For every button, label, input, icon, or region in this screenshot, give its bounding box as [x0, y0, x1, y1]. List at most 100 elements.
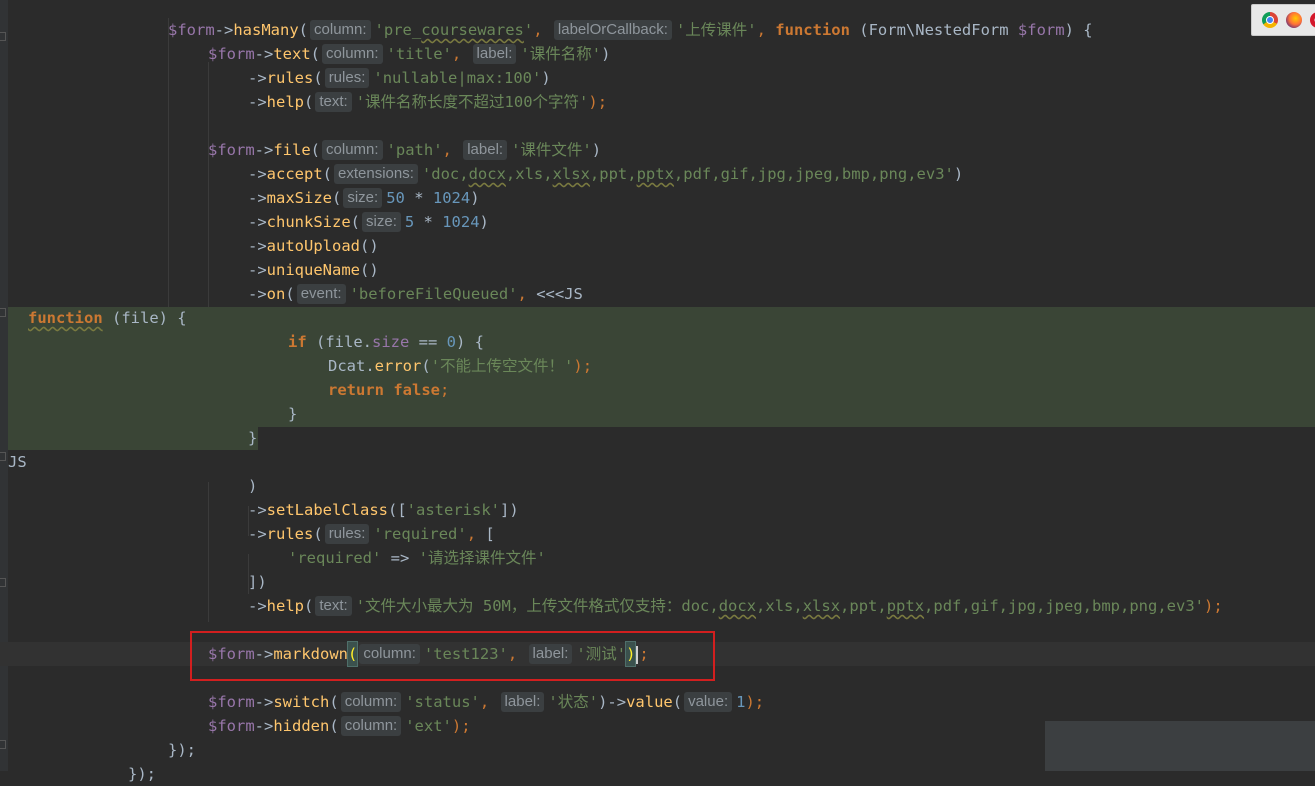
code-token: 'required': [288, 549, 382, 567]
code-token: file.: [325, 333, 373, 351]
code-token: (): [360, 261, 379, 279]
code-token: hasMany: [233, 21, 299, 39]
code-token: (file) {: [102, 309, 187, 327]
code-token: $form: [208, 141, 255, 159]
fold-marker-icon[interactable]: [0, 452, 6, 461]
code-token: on: [266, 285, 286, 303]
code-token: }: [248, 429, 258, 447]
code-token: ,pdf,gif,jpg,jpeg,bmp,png,ev3': [924, 597, 1204, 615]
code-token: $form: [208, 717, 255, 735]
code-token: (: [310, 141, 321, 159]
code-token: docx: [468, 165, 506, 183]
code-token: ): [601, 45, 611, 63]
parameter-hint: column:: [322, 140, 383, 160]
code-token: ,xls,: [756, 597, 803, 615]
code-token: setLabelClass: [266, 501, 388, 519]
code-token: hidden: [273, 717, 330, 735]
tool-window-panel[interactable]: [1045, 721, 1315, 771]
chrome-icon[interactable]: [1262, 12, 1278, 28]
code-token: rules: [266, 525, 314, 543]
injected-js-band: [8, 307, 1315, 427]
fold-marker-icon[interactable]: [0, 32, 6, 41]
code-token: });: [168, 741, 196, 759]
code-token: '状态': [548, 693, 599, 711]
code-token: ,: [756, 21, 776, 39]
code-token: file: [273, 141, 311, 159]
code-token: 5: [404, 213, 415, 231]
parameter-hint: extensions:: [334, 164, 418, 184]
code-token: (: [332, 189, 342, 207]
code-token: ->: [248, 597, 267, 615]
code-token: ->: [248, 525, 267, 543]
opera-icon[interactable]: [1310, 12, 1315, 28]
code-token: 'required': [373, 525, 467, 543]
code-token: );: [1204, 597, 1223, 615]
code-token: JS: [8, 453, 27, 471]
code-token: size: [372, 333, 410, 351]
code-token: error: [374, 357, 422, 375]
code-token: ,: [451, 45, 471, 63]
code-token: (Form\NestedForm: [849, 21, 1018, 39]
parameter-hint: labelOrCallback:: [553, 20, 672, 40]
firefox-icon[interactable]: [1286, 12, 1302, 28]
code-token: pptx: [886, 597, 925, 615]
code-token: (: [322, 165, 333, 183]
code-token: function: [775, 21, 850, 39]
code-token: ->: [248, 285, 267, 303]
indent-guide: [208, 158, 209, 308]
code-token: );: [573, 357, 593, 375]
highlight-box: [190, 631, 715, 681]
code-token: 'asterisk': [406, 501, 500, 519]
code-token: =>: [381, 549, 419, 567]
parameter-hint: size:: [362, 212, 401, 232]
code-token: (): [360, 237, 379, 255]
code-token: '课件名称长度不超过100个字符': [355, 93, 589, 111]
code-token: });: [128, 765, 156, 783]
code-token: (: [350, 213, 361, 231]
code-token: ;: [440, 381, 450, 399]
code-token: 1024: [442, 213, 480, 231]
code-token: ->: [254, 141, 274, 159]
code-token: xlsx: [552, 165, 590, 183]
code-token: 1024: [432, 189, 471, 207]
code-token: ->: [248, 189, 267, 207]
code-token: (: [304, 597, 314, 615]
code-token: accept: [266, 165, 323, 183]
code-token: );: [745, 693, 765, 711]
fold-marker-icon[interactable]: [0, 578, 6, 587]
code-token: ': [523, 21, 534, 39]
code-token: chunkSize: [266, 213, 351, 231]
code-token: ([: [388, 501, 407, 519]
parameter-hint: event:: [296, 284, 346, 304]
code-token: *: [404, 189, 433, 207]
code-token: ) {: [456, 333, 485, 351]
parameter-hint: label:: [472, 44, 517, 64]
code-token: 'nullable|max:100': [373, 69, 542, 87]
code-token: ,xls,: [505, 165, 553, 183]
code-token: docx: [718, 597, 757, 615]
code-token: 50: [386, 189, 405, 207]
parameter-hint: rules:: [324, 68, 370, 88]
code-token: ,: [442, 141, 462, 159]
code-token: ->: [254, 717, 274, 735]
code-token: '上传课件': [675, 21, 757, 39]
code-token: 'beforeFileQueued': [349, 285, 518, 303]
code-token: ): [541, 69, 551, 87]
fold-marker-icon[interactable]: [0, 740, 6, 749]
code-token: ->: [248, 261, 267, 279]
parameter-hint: label:: [500, 692, 545, 712]
code-token: Dcat.: [328, 357, 375, 375]
code-token: '课件名称': [520, 45, 602, 63]
browser-preview-strip: [1251, 4, 1315, 36]
code-editor[interactable]: $form->hasMany(column:'pre_coursewares',…: [0, 0, 1315, 783]
code-token: $form: [168, 21, 215, 39]
code-token: '课件文件': [511, 141, 592, 159]
indent-guide: [208, 482, 209, 622]
code-token: ==: [409, 333, 447, 351]
fold-marker-icon[interactable]: [0, 308, 6, 317]
code-token: [: [485, 525, 495, 543]
code-token: );: [451, 717, 471, 735]
code-token: (: [285, 285, 295, 303]
parameter-hint: column:: [340, 716, 402, 736]
parameter-hint: column:: [310, 20, 371, 40]
